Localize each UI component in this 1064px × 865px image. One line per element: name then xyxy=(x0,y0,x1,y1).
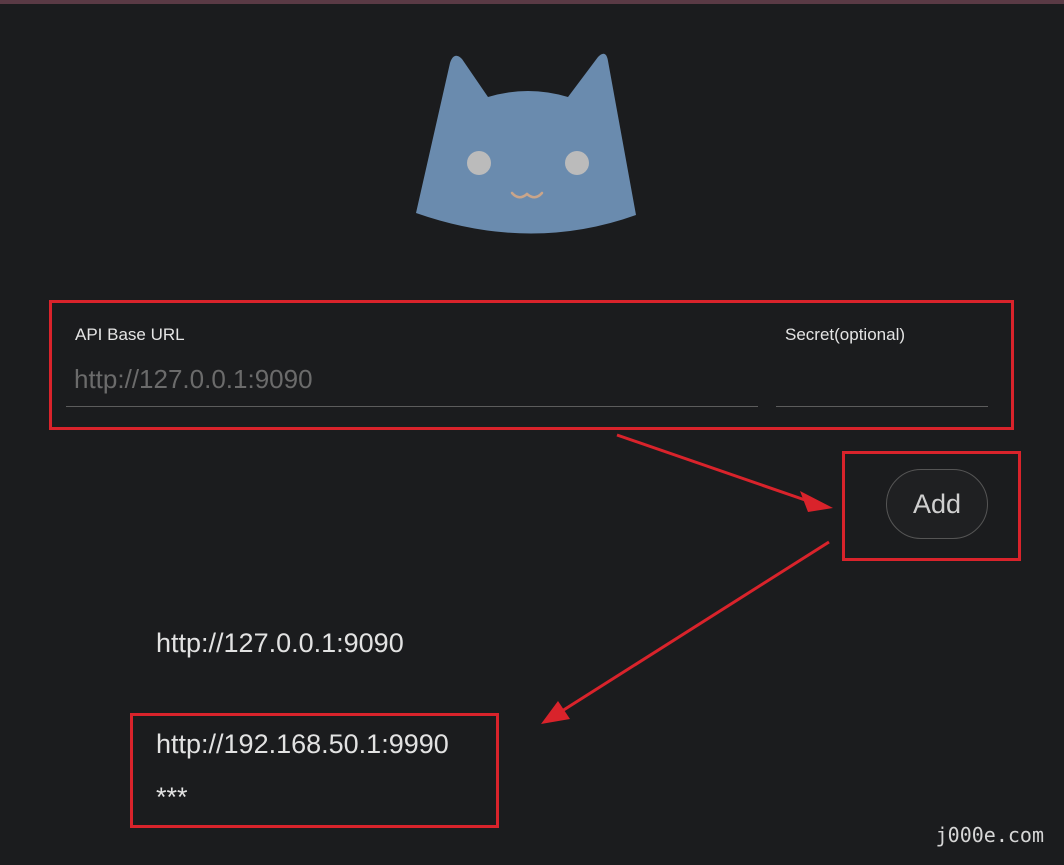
backend-item[interactable]: http://127.0.0.1:9090 xyxy=(156,628,404,659)
annotation-arrowhead-to-add xyxy=(800,491,833,512)
cat-logo-icon xyxy=(410,45,645,245)
annotation-arrowhead-to-list xyxy=(541,701,570,724)
annotation-box-form xyxy=(49,300,1014,430)
annotation-box-add xyxy=(842,451,1021,561)
annotation-arrow-to-list xyxy=(561,540,830,713)
annotation-arrow-to-add xyxy=(616,433,809,503)
watermark: j000e.com xyxy=(935,823,1044,847)
window-top-strip xyxy=(0,0,1064,4)
annotation-box-new-backend xyxy=(130,713,499,828)
